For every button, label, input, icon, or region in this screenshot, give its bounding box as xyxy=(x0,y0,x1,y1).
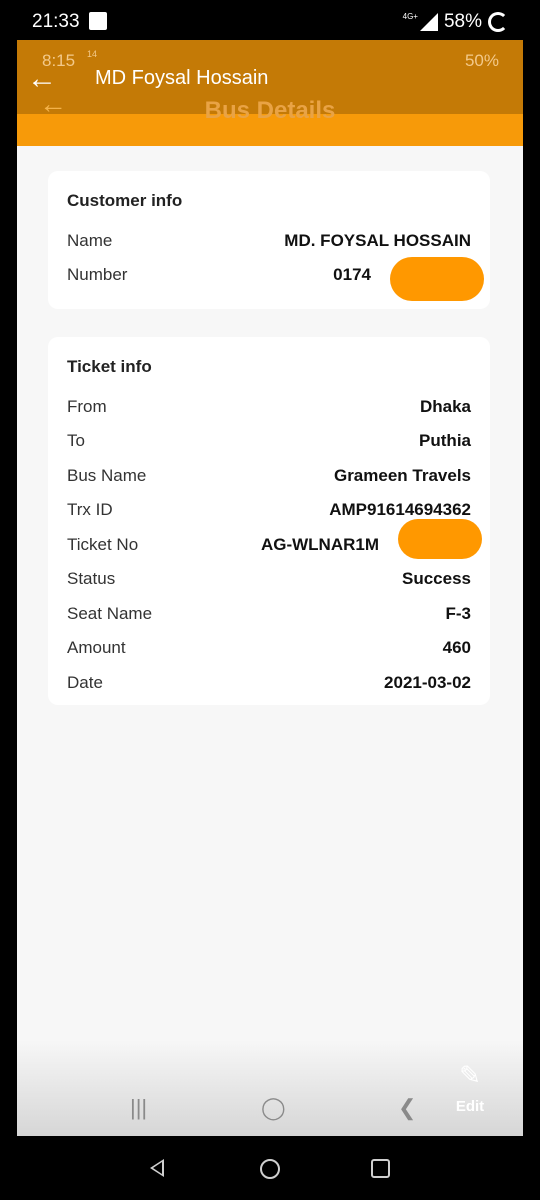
status-time: 21:33 xyxy=(32,11,80,32)
row-value: F-3 xyxy=(445,604,472,623)
nav-home-button[interactable] xyxy=(260,1159,280,1179)
inner-battery-percent: 50% xyxy=(464,51,499,70)
row-label: From xyxy=(67,397,107,416)
battery-icon xyxy=(488,12,508,32)
customer-info-card: Customer info Name MD. FOYSAL HOSSAIN Nu… xyxy=(48,171,490,309)
inner-status-tiny: 14 xyxy=(87,49,98,59)
redaction-mark xyxy=(390,257,484,301)
row-value: Dhaka xyxy=(419,397,471,416)
nav-recents-button[interactable] xyxy=(371,1159,390,1178)
network-type: 4G+ xyxy=(402,11,418,21)
row-value: AMP91614694362 xyxy=(329,500,471,519)
row-label: Date xyxy=(67,673,103,692)
row-label: Ticket No xyxy=(67,535,139,554)
row-label: Seat Name xyxy=(67,604,153,623)
recents-icon: ||| xyxy=(130,1095,148,1120)
page-title: Bus Details xyxy=(204,97,336,124)
row-value: 2021-03-02 xyxy=(384,673,471,692)
row-label: Status xyxy=(67,569,116,588)
info-row: To Puthia xyxy=(67,431,471,455)
info-row: Bus Name Grameen Travels xyxy=(67,466,471,490)
info-row: Seat Name F-3 xyxy=(67,604,471,628)
home-icon: ◯ xyxy=(261,1095,286,1120)
info-row: Status Success xyxy=(67,569,471,593)
card-title: Ticket info xyxy=(67,357,152,376)
shared-screenshot: 8:15 14 50% ← MD Foysal Hossain ← Bus De… xyxy=(17,40,523,1136)
row-label: Number xyxy=(67,265,128,284)
info-row: Date 2021-03-02 xyxy=(67,673,471,697)
row-value: Puthia xyxy=(419,431,471,450)
row-value: MD. FOYSAL HOSSAIN xyxy=(284,231,471,250)
edit-label: Edit xyxy=(455,1098,485,1115)
row-label: Bus Name xyxy=(67,466,147,485)
back-icon: ❮ xyxy=(398,1095,417,1120)
inner-status-bar: 8:15 14 50% xyxy=(17,40,523,80)
pencil-icon: ✎ xyxy=(459,1060,481,1090)
row-label: Trx ID xyxy=(67,500,113,519)
ticket-info-card: Ticket info From Dhaka To Puthia Bus Nam… xyxy=(48,337,490,705)
row-label: Name xyxy=(67,231,113,250)
row-value: AG-WLNAR1M xyxy=(260,535,379,554)
row-value: 460 xyxy=(442,638,471,657)
notification-icon xyxy=(89,12,107,30)
row-value: Grameen Travels xyxy=(333,466,471,485)
info-row: Amount 460 xyxy=(67,638,471,662)
info-row: From Dhaka xyxy=(67,397,471,421)
card-title: Customer info xyxy=(67,191,183,210)
info-row: Name MD. FOYSAL HOSSAIN xyxy=(67,231,471,255)
row-value: 0174 xyxy=(333,265,371,284)
row-value: Success xyxy=(402,569,471,588)
row-label: Amount xyxy=(67,638,126,657)
row-label: To xyxy=(67,431,85,450)
edit-button[interactable]: ✎ Edit xyxy=(445,1060,495,1115)
contact-name: MD Foysal Hossain xyxy=(95,67,269,89)
nav-back-button[interactable] xyxy=(150,1159,164,1177)
redaction-mark xyxy=(398,519,482,559)
system-status-bar: 21:33 4G+ 58% xyxy=(0,0,540,42)
battery-percent: 58% xyxy=(443,11,482,32)
signal-icon xyxy=(419,13,438,31)
